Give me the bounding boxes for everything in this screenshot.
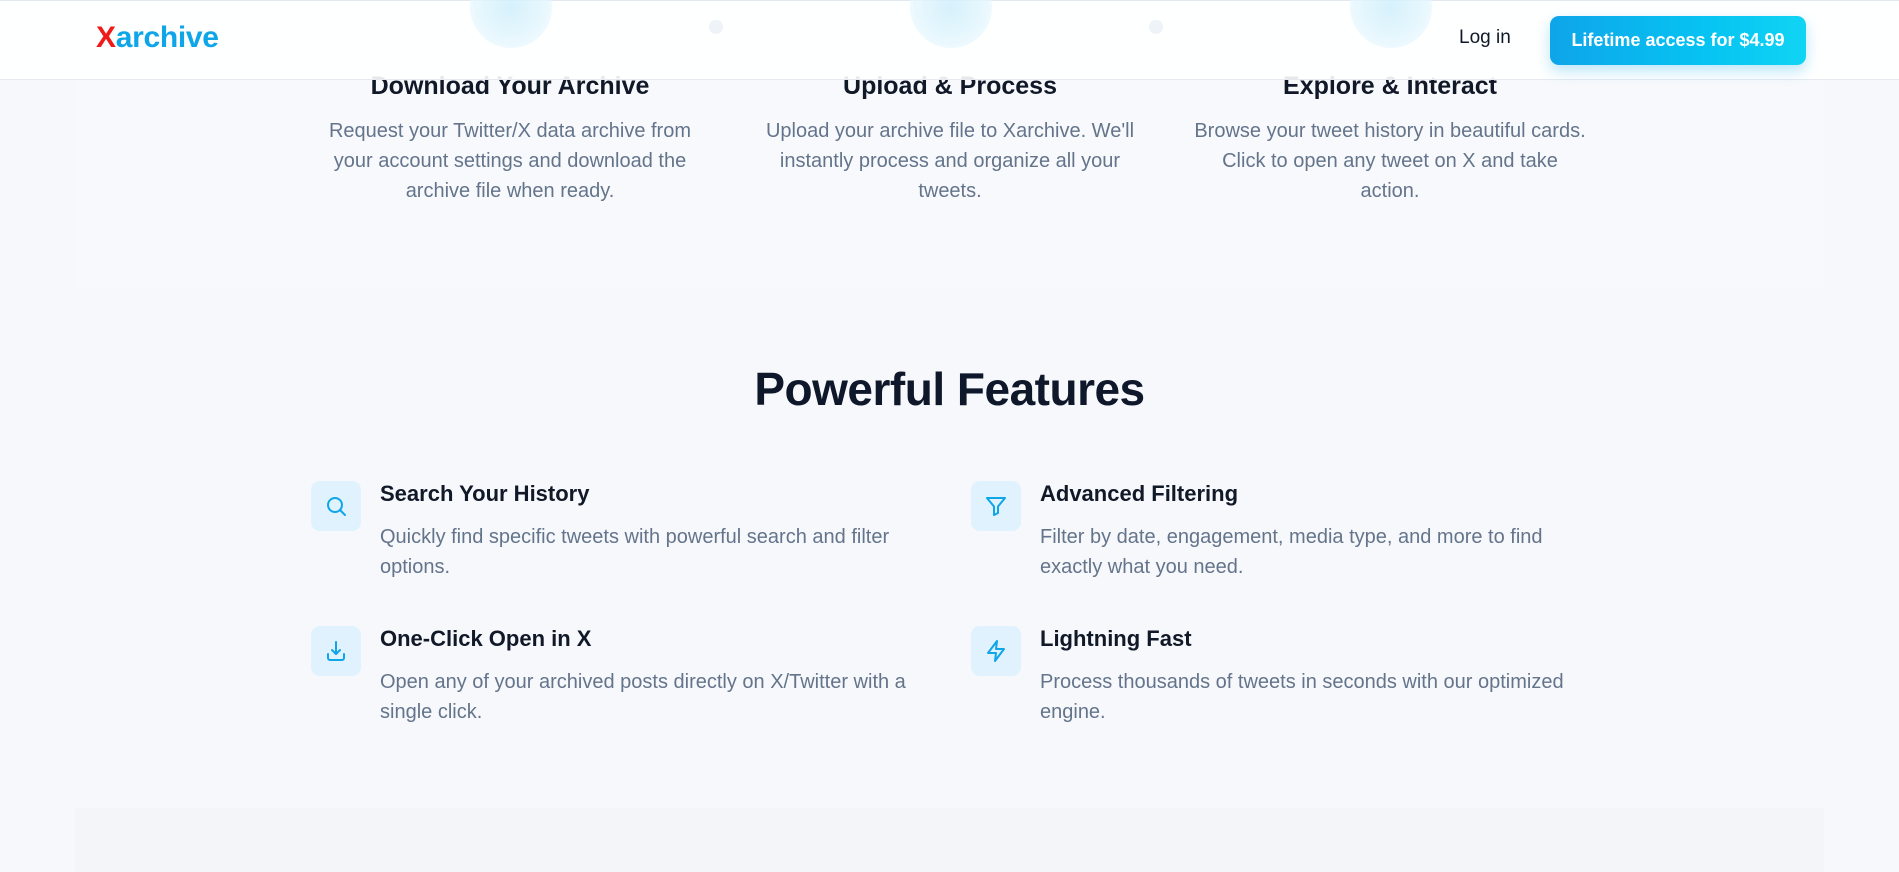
page: Download Your Archive Request your Twitt… (0, 0, 1899, 872)
step-description: Upload your archive file to Xarchive. We… (765, 120, 1135, 202)
next-section (75, 808, 1824, 872)
feature-one-click-open: One-Click Open in X Open any of your arc… (311, 626, 911, 736)
lightning-icon (971, 626, 1021, 676)
logo-wordmark: archive (115, 21, 219, 54)
logo[interactable]: Xarchive (96, 21, 219, 55)
step-connector-dot (709, 20, 723, 34)
filter-icon (971, 481, 1021, 531)
feature-search-history: Search Your History Quickly find specifi… (311, 481, 911, 591)
feature-description: Filter by date, engagement, media type, … (1040, 526, 1543, 578)
logo-x: X (96, 21, 116, 54)
step-description: Browse your tweet history in beautiful c… (1194, 120, 1586, 202)
search-icon (311, 481, 361, 531)
feature-advanced-filtering: Advanced Filtering Filter by date, engag… (971, 481, 1571, 591)
feature-title: Search Your History (380, 481, 590, 506)
step-connector-dot (1149, 20, 1163, 34)
feature-title: Advanced Filtering (1040, 481, 1239, 506)
feature-description: Process thousands of tweets in seconds w… (1040, 671, 1564, 723)
features-heading: Powerful Features (754, 363, 1145, 415)
feature-title: One-Click Open in X (380, 626, 592, 651)
download-icon (311, 626, 361, 676)
lifetime-access-button[interactable]: Lifetime access for $4.99 (1550, 16, 1806, 65)
feature-description: Quickly find specific tweets with powerf… (380, 526, 890, 578)
feature-title: Lightning Fast (1040, 626, 1192, 651)
feature-description: Open any of your archived posts directly… (380, 671, 906, 723)
step-description: Request your Twitter/X data archive from… (328, 120, 691, 202)
feature-lightning-fast: Lightning Fast Process thousands of twee… (971, 626, 1571, 736)
login-link[interactable]: Log in (1459, 27, 1511, 49)
